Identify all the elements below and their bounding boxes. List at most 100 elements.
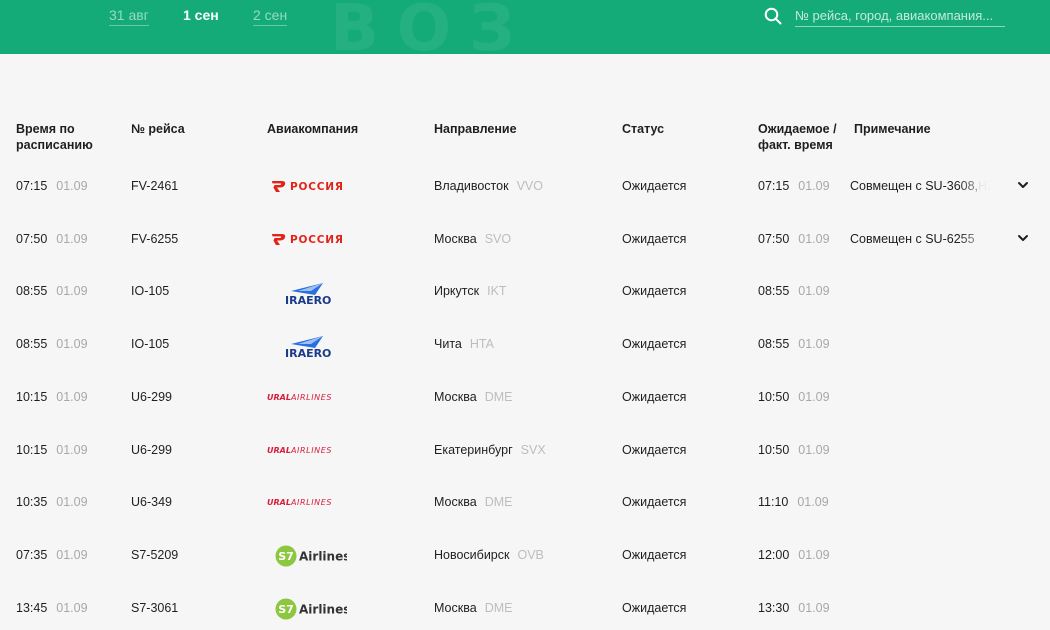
flight-number: U6-299 (131, 443, 172, 457)
expected-time-cell: 08:55 01.09 (758, 265, 830, 317)
column-header-status: Статус (622, 122, 665, 136)
scheduled-time-cell: 07:50 01.09 (16, 213, 88, 265)
flight-number: S7-5209 (131, 548, 179, 562)
date-tab-prev[interactable]: 31 авг (109, 7, 149, 26)
column-header-airline: Авиакомпания (267, 122, 359, 136)
table-row[interactable]: 10:15 01.09 U6-299 URALAIRLINES Москва D… (0, 371, 1050, 423)
destination-city: Москва (434, 232, 477, 246)
expected-time: 11:10 (758, 495, 789, 509)
scheduled-date: 01.09 (56, 390, 88, 404)
chevron-down-icon[interactable] (1017, 232, 1029, 244)
note-text: Совмещен с SU-6255 (850, 232, 975, 246)
status-badge: Ожидается (622, 284, 687, 298)
destination-city: Екатеринбург (434, 443, 513, 457)
table-row[interactable]: 10:35 01.09 U6-349 URALAIRLINES Москва D… (0, 476, 1050, 528)
search-icon[interactable] (764, 7, 782, 25)
scheduled-date: 01.09 (56, 284, 88, 298)
scheduled-time: 10:35 (16, 495, 48, 509)
destination-city: Иркутск (434, 284, 480, 298)
direction-cell: Екатеринбург SVX (434, 424, 546, 476)
expected-date: 01.09 (797, 495, 829, 509)
svg-text:Airlines: Airlines (299, 550, 347, 564)
table-row[interactable]: 13:45 01.09 S7-3061 S7 Airlines Москва D… (0, 582, 1050, 630)
svg-text:РОССИЯ: РОССИЯ (290, 181, 344, 193)
date-tab-current[interactable]: 1 сен (183, 7, 219, 25)
ural-airlines-logo: URALAIRLINES (267, 446, 331, 455)
scheduled-date: 01.09 (56, 548, 88, 562)
svg-text:S7: S7 (278, 603, 294, 616)
scheduled-time: 08:55 (16, 337, 48, 351)
s7-airlines-logo: S7 Airlines (275, 545, 347, 567)
scheduled-date: 01.09 (56, 495, 88, 509)
scheduled-date: 01.09 (56, 443, 88, 457)
expected-time-cell: 12:00 01.09 (758, 529, 830, 581)
expected-time: 12:00 (758, 548, 790, 562)
table-row[interactable]: 07:50 01.09 FV-6255 РОССИЯ Москва SVO Ож… (0, 213, 1050, 265)
expected-time: 08:55 (758, 284, 790, 298)
airport-code: SVO (484, 232, 512, 246)
expected-time: 10:50 (758, 443, 790, 457)
scheduled-time-cell: 07:15 01.09 (16, 160, 88, 212)
table-row[interactable]: 10:15 01.09 U6-299 URALAIRLINES Екатерин… (0, 424, 1050, 476)
direction-cell: Новосибирск OVB (434, 529, 544, 581)
svg-text:IRAERO: IRAERO (285, 294, 331, 307)
table-row[interactable]: 08:55 01.09 IO-105 IRAERO Иркутск IKT Ож… (0, 265, 1050, 317)
search-input[interactable] (795, 5, 1005, 27)
svg-text:S7: S7 (278, 550, 294, 563)
flight-number: U6-299 (131, 390, 172, 404)
column-header-expected-time: Ожидаемое / факт. время (758, 122, 837, 152)
scheduled-date: 01.09 (56, 337, 88, 351)
destination-city: Новосибирск (434, 548, 510, 562)
destination-city: Владивосток (434, 179, 509, 193)
rossiya-logo: РОССИЯ (272, 234, 344, 246)
expected-time-cell: 13:30 01.09 (758, 582, 830, 630)
column-header-note: Примечание (854, 122, 931, 136)
expected-date: 01.09 (798, 284, 830, 298)
expected-time-cell: 10:50 01.09 (758, 371, 830, 423)
expected-date: 01.09 (798, 390, 830, 404)
header-decoration: ВОЗ (330, 0, 533, 54)
table-row[interactable]: 07:35 01.09 S7-5209 S7 Airlines Новосиби… (0, 529, 1050, 581)
table-row[interactable]: 08:55 01.09 IO-105 IRAERO Чита HTA Ожида… (0, 318, 1050, 370)
direction-cell: Владивосток VVO (434, 160, 543, 212)
expected-time-cell: 07:50 01.09 (758, 213, 830, 265)
note-text-overflow: HZ (978, 179, 992, 193)
scheduled-time-cell: 10:35 01.09 (16, 476, 88, 528)
scheduled-time: 10:15 (16, 443, 48, 457)
status-badge: Ожидается (622, 179, 687, 193)
status-badge: Ожидается (622, 548, 687, 562)
destination-city: Чита (434, 337, 462, 351)
svg-text:URALAIRLINES: URALAIRLINES (267, 498, 332, 507)
expected-date: 01.09 (798, 443, 830, 457)
airport-code: HTA (469, 337, 494, 351)
destination-city: Москва (434, 390, 477, 404)
date-tab-next[interactable]: 2 сен (253, 7, 288, 26)
scheduled-time: 07:15 (16, 179, 48, 193)
status-badge: Ожидается (622, 601, 687, 615)
flight-number: IO-105 (131, 337, 170, 351)
destination-city: Москва (434, 601, 477, 615)
expected-time: 07:50 (758, 232, 790, 246)
status-badge: Ожидается (622, 232, 687, 246)
flight-number: FV-6255 (131, 232, 179, 246)
destination-city: Москва (434, 495, 477, 509)
expected-date: 01.09 (798, 601, 830, 615)
table-row[interactable]: 07:15 01.09 FV-2461 РОССИЯ Владивосток V… (0, 160, 1050, 212)
airport-code: OVB (517, 548, 544, 562)
direction-cell: Москва DME (434, 371, 512, 423)
direction-cell: Москва DME (434, 476, 512, 528)
scheduled-time-cell: 08:55 01.09 (16, 265, 88, 317)
chevron-down-icon[interactable] (1017, 179, 1029, 191)
scheduled-time-cell: 08:55 01.09 (16, 318, 88, 370)
note-text: Совмещен с SU-3608, (850, 179, 979, 193)
expected-date: 01.09 (798, 232, 830, 246)
column-header-direction: Направление (434, 122, 517, 136)
expected-time-cell: 08:55 01.09 (758, 318, 830, 370)
svg-text:РОССИЯ: РОССИЯ (290, 234, 344, 246)
expected-date: 01.09 (798, 179, 830, 193)
scheduled-time: 07:50 (16, 232, 48, 246)
airport-code: DME (484, 601, 513, 615)
iraero-logo: IRAERO (285, 283, 331, 307)
expected-time: 07:15 (758, 179, 790, 193)
flight-number: U6-349 (131, 495, 172, 509)
